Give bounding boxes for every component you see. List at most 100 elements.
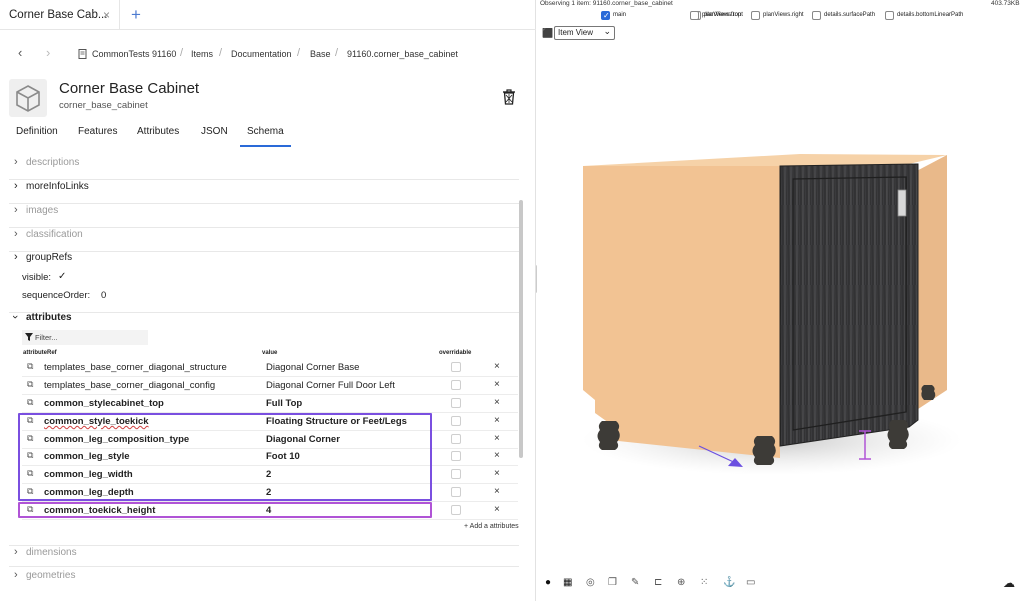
vertical-scrollbar[interactable] — [519, 200, 523, 458]
breadcrumb-item[interactable]: Documentation — [231, 49, 292, 59]
grid-icon[interactable]: ▦ — [563, 577, 572, 588]
sequence-label: sequenceOrder: — [22, 290, 91, 301]
cabinet-door — [779, 163, 919, 447]
view-select[interactable]: Item View ⌄ — [554, 26, 615, 40]
visible-label: visible: — [22, 272, 52, 283]
filter-placeholder: Filter... — [35, 333, 58, 342]
sequence-value[interactable]: 0 — [101, 290, 106, 301]
palette-icon[interactable]: ● — [545, 577, 551, 588]
item-subtitle: corner_base_cabinet — [59, 100, 148, 111]
tab-json[interactable]: JSON — [201, 126, 228, 137]
compass-icon[interactable]: ◎ — [586, 577, 595, 588]
3d-viewport[interactable] — [537, 45, 1026, 570]
checkbox-box[interactable] — [751, 11, 760, 20]
forward-icon[interactable]: › — [46, 45, 50, 60]
measure-icon[interactable]: ⊏ — [654, 577, 662, 588]
attribute-value[interactable]: Full Top — [266, 398, 302, 409]
tab-definition[interactable]: Definition — [16, 126, 58, 137]
section-dimensions[interactable]: › dimensions — [9, 545, 519, 567]
checkbox-box[interactable] — [885, 11, 894, 20]
overridable-checkbox[interactable] — [451, 434, 461, 444]
dots-grid-icon[interactable]: ⁙ — [700, 577, 708, 588]
check-icon[interactable]: ✓ — [58, 271, 66, 282]
brush-icon[interactable]: ✎ — [631, 577, 639, 588]
breadcrumb-item[interactable]: 91160.corner_base_cabinet — [347, 49, 458, 59]
overridable-checkbox[interactable] — [451, 362, 461, 372]
overridable-checkbox[interactable] — [451, 505, 461, 515]
breadcrumb-separator: / — [180, 47, 184, 59]
attribute-value[interactable]: Diagonal Corner Full Door Left — [266, 380, 395, 391]
section-descriptions[interactable]: › descriptions — [9, 156, 519, 180]
chevron-right-icon: › — [14, 156, 18, 168]
add-tab-icon[interactable]: + — [131, 5, 141, 25]
filter-icon — [25, 333, 33, 341]
left-pane: Corner Base Cab... × + ‹ › CommonTests 9… — [0, 0, 536, 601]
overridable-checkbox[interactable] — [451, 451, 461, 461]
overridable-checkbox[interactable] — [451, 398, 461, 408]
remove-icon[interactable]: × — [494, 504, 500, 515]
highlight-leg-attributes — [18, 413, 432, 501]
attribute-row[interactable]: ⧉ templates_base_corner_diagonal_config Di… — [22, 377, 518, 395]
trash-icon[interactable] — [502, 89, 516, 110]
remove-icon[interactable]: × — [494, 397, 500, 408]
remove-icon[interactable]: × — [494, 361, 500, 372]
document-tab[interactable]: Corner Base Cab... × — [0, 0, 120, 30]
box-icon[interactable]: ❐ — [608, 577, 617, 588]
breadcrumb-separator: / — [335, 47, 339, 59]
attribute-row[interactable]: ⧉ templates_base_corner_diagonal_structur… — [22, 359, 518, 377]
tab-title: Corner Base Cab... — [9, 9, 108, 21]
file-size: 403.73KB — [991, 0, 1020, 7]
external-link-icon[interactable]: ⧉ — [27, 379, 33, 390]
crosshair-icon[interactable]: ⊕ — [677, 577, 685, 588]
tab-features[interactable]: Features — [78, 126, 117, 137]
section-label: images — [26, 205, 59, 216]
screen-icon[interactable]: ▭ — [746, 577, 755, 588]
attribute-ref[interactable]: common_stylecabinet_top — [44, 398, 164, 409]
viewer-pane: Observing 1 item: 91160.corner_base_cabi… — [537, 0, 1026, 601]
item-title: Corner Base Cabinet — [59, 80, 200, 97]
chevron-right-icon: › — [14, 251, 18, 263]
back-icon[interactable]: ‹ — [18, 45, 22, 60]
remove-icon[interactable]: × — [494, 433, 500, 444]
overridable-checkbox[interactable] — [451, 469, 461, 479]
overridable-checkbox[interactable] — [451, 380, 461, 390]
column-header-value: value — [262, 350, 278, 356]
remove-icon[interactable]: × — [494, 415, 500, 426]
checkbox-box[interactable] — [601, 11, 610, 20]
overridable-checkbox[interactable] — [451, 416, 461, 426]
attribute-row[interactable]: ⧉ common_stylecabinet_top Full Top × — [22, 395, 518, 413]
column-header-overridable: overridable — [439, 350, 472, 356]
external-link-icon[interactable]: ⧉ — [27, 361, 33, 372]
checkbox-box[interactable] — [690, 11, 699, 20]
external-link-icon[interactable]: ⧉ — [27, 397, 33, 408]
add-attribute-button[interactable]: + Add a attributes — [464, 523, 519, 530]
section-classification[interactable]: › classification — [9, 228, 519, 252]
tab-attributes[interactable]: Attributes — [137, 126, 179, 137]
remove-icon[interactable]: × — [494, 486, 500, 497]
remove-icon[interactable]: × — [494, 379, 500, 390]
column-header-ref: attributeRef — [23, 350, 57, 356]
close-icon[interactable]: × — [103, 8, 110, 22]
filter-input[interactable]: Filter... — [22, 330, 148, 345]
cloud-icon[interactable]: ☁ — [1003, 576, 1015, 590]
section-images[interactable]: › images — [9, 204, 519, 228]
checkbox-label: planViews.front — [702, 12, 743, 18]
chevron-right-icon: › — [14, 204, 18, 216]
door-handle — [897, 189, 907, 217]
section-label: groupRefs — [26, 252, 73, 263]
chevron-right-icon: › — [14, 546, 18, 558]
overridable-checkbox[interactable] — [451, 487, 461, 497]
highlight-toekick-height — [18, 502, 432, 518]
attribute-value[interactable]: Diagonal Corner Base — [266, 362, 359, 373]
remove-icon[interactable]: × — [494, 468, 500, 479]
attribute-ref[interactable]: templates_base_corner_diagonal_config — [44, 380, 215, 391]
remove-icon[interactable]: × — [494, 450, 500, 461]
hierarchy-icon[interactable]: ⚓ — [723, 577, 735, 588]
checkbox-box[interactable] — [812, 11, 821, 20]
tab-schema[interactable]: Schema — [240, 126, 291, 147]
breadcrumb-item[interactable]: CommonTests 91160 — [92, 49, 176, 59]
breadcrumb-item[interactable]: Items — [191, 49, 213, 59]
attribute-ref[interactable]: templates_base_corner_diagonal_structure — [44, 362, 227, 373]
section-moreinfolinks[interactable]: › moreInfoLinks — [9, 180, 519, 204]
breadcrumb-item[interactable]: Base — [310, 49, 331, 59]
